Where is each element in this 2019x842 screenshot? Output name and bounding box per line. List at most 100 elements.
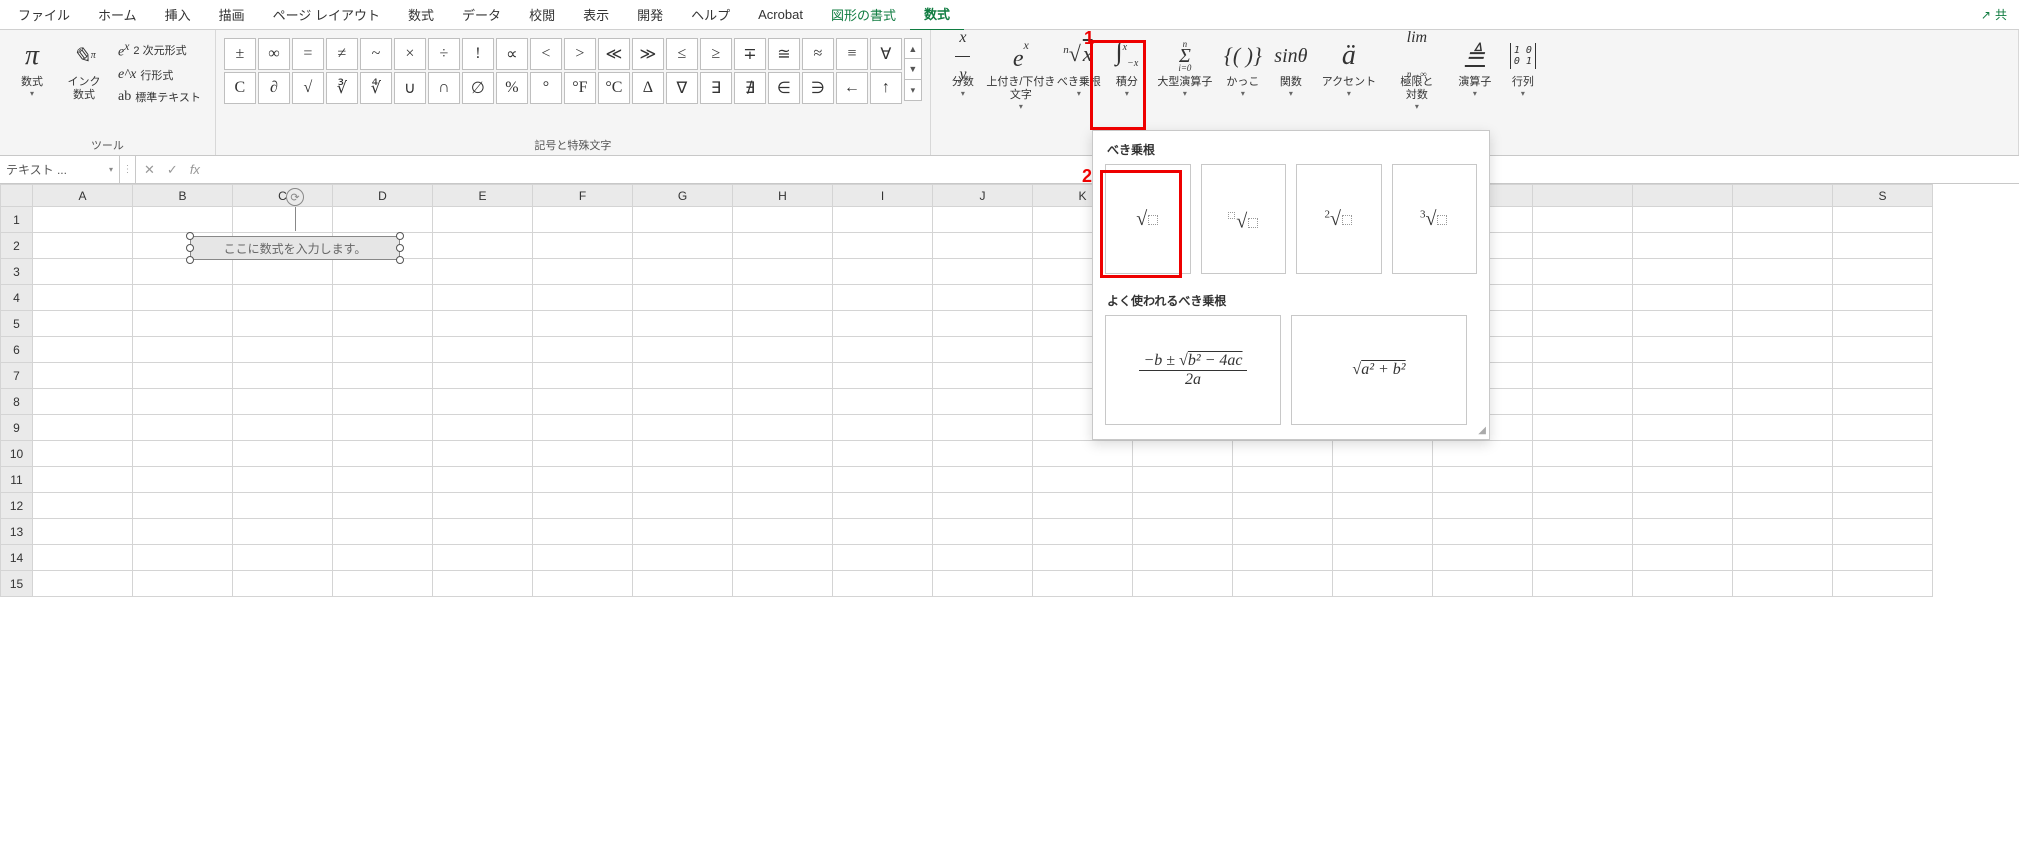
cell[interactable] (1333, 571, 1433, 597)
cell[interactable] (1533, 441, 1633, 467)
col-header-G[interactable]: G (633, 185, 733, 207)
cell[interactable] (133, 363, 233, 389)
structure-積分[interactable]: ∫x−x積分▾ (1103, 34, 1151, 102)
cell[interactable] (1433, 493, 1533, 519)
symbol-25[interactable]: ∪ (394, 72, 426, 104)
row-header-14[interactable]: 14 (1, 545, 33, 571)
structure-演算子[interactable]: ≜演算子▾ (1451, 34, 1499, 102)
cell[interactable] (833, 259, 933, 285)
cell[interactable] (733, 311, 833, 337)
ink-equation-button[interactable]: ✎π インク 数式 (60, 34, 108, 106)
gallery-down-button[interactable]: ▼ (904, 59, 922, 80)
cell[interactable] (633, 259, 733, 285)
cell[interactable] (533, 493, 633, 519)
cell[interactable] (1733, 285, 1833, 311)
cell[interactable] (233, 441, 333, 467)
symbol-0[interactable]: ± (224, 38, 256, 70)
row-header-15[interactable]: 15 (1, 571, 33, 597)
cell[interactable] (733, 233, 833, 259)
cell[interactable] (1733, 467, 1833, 493)
col-header-17[interactable] (1733, 185, 1833, 207)
cell[interactable] (333, 415, 433, 441)
structure-大型演算子[interactable]: nΣi=0大型演算子▾ (1151, 34, 1219, 102)
symbol-37[interactable]: ∋ (802, 72, 834, 104)
cell[interactable] (733, 571, 833, 597)
tab-insert[interactable]: 挿入 (151, 0, 205, 30)
tab-draw[interactable]: 描画 (205, 0, 259, 30)
cell[interactable] (1633, 493, 1733, 519)
symbol-19[interactable]: ∀ (870, 38, 902, 70)
cell[interactable] (1833, 545, 1933, 571)
cell[interactable] (33, 545, 133, 571)
cell[interactable] (133, 337, 233, 363)
cell[interactable] (1533, 545, 1633, 571)
col-header-H[interactable]: H (733, 185, 833, 207)
select-all-corner[interactable] (1, 185, 33, 207)
tile-quadratic-formula[interactable]: −b ± √b² − 4ac 2a (1105, 315, 1281, 425)
symbol-16[interactable]: ≅ (768, 38, 800, 70)
option-professional[interactable]: ex2 次元形式 (114, 38, 205, 63)
symbol-30[interactable]: °F (564, 72, 596, 104)
resize-handle[interactable] (186, 232, 194, 240)
cell[interactable] (733, 467, 833, 493)
cell[interactable] (533, 363, 633, 389)
cell[interactable] (833, 233, 933, 259)
cell[interactable] (533, 415, 633, 441)
resize-handle[interactable] (186, 256, 194, 264)
symbol-34[interactable]: ∃ (700, 72, 732, 104)
cell[interactable] (1733, 311, 1833, 337)
cell[interactable] (933, 207, 1033, 233)
cell[interactable] (833, 311, 933, 337)
gallery-up-button[interactable]: ▲ (904, 38, 922, 59)
cell[interactable] (133, 207, 233, 233)
cell[interactable] (333, 311, 433, 337)
cell[interactable] (1233, 545, 1333, 571)
row-header-2[interactable]: 2 (1, 233, 33, 259)
resize-handle[interactable] (396, 232, 404, 240)
symbol-4[interactable]: ~ (360, 38, 392, 70)
cell[interactable] (1533, 467, 1633, 493)
cell[interactable] (533, 311, 633, 337)
cell[interactable] (1833, 285, 1933, 311)
row-header-8[interactable]: 8 (1, 389, 33, 415)
fx-button[interactable]: fx (190, 162, 200, 177)
cell[interactable] (733, 259, 833, 285)
tile-nth-root[interactable]: √ (1201, 164, 1287, 274)
cell[interactable] (1733, 207, 1833, 233)
tile-fourth-root[interactable]: 3√ (1392, 164, 1478, 274)
cell[interactable] (1833, 441, 1933, 467)
cell[interactable] (733, 415, 833, 441)
resize-handle[interactable] (396, 244, 404, 252)
cell[interactable] (1533, 389, 1633, 415)
cell[interactable] (1733, 519, 1833, 545)
cell[interactable] (1133, 571, 1233, 597)
tile-cube-root[interactable]: 2√ (1296, 164, 1382, 274)
cell[interactable] (533, 389, 633, 415)
structure-行列[interactable]: 1 00 1行列▾ (1499, 34, 1547, 102)
cell[interactable] (1833, 467, 1933, 493)
cell[interactable] (733, 389, 833, 415)
row-header-12[interactable]: 12 (1, 493, 33, 519)
dropdown-resize-grip[interactable]: ◢ (1478, 425, 1486, 436)
cell[interactable] (933, 441, 1033, 467)
cell[interactable] (933, 545, 1033, 571)
cell[interactable] (933, 389, 1033, 415)
tab-review[interactable]: 校閲 (515, 0, 569, 30)
option-normal-text[interactable]: ab標準テキスト (114, 87, 205, 107)
cell[interactable] (1233, 571, 1333, 597)
cell[interactable] (433, 363, 533, 389)
cell[interactable] (33, 311, 133, 337)
cell[interactable] (533, 467, 633, 493)
symbol-28[interactable]: % (496, 72, 528, 104)
cell[interactable] (1533, 233, 1633, 259)
resize-handle[interactable] (186, 244, 194, 252)
cell[interactable] (233, 389, 333, 415)
cell[interactable] (333, 259, 433, 285)
cell[interactable] (1833, 311, 1933, 337)
cell[interactable] (33, 493, 133, 519)
col-header-E[interactable]: E (433, 185, 533, 207)
cell[interactable] (1433, 571, 1533, 597)
cell[interactable] (833, 415, 933, 441)
cell[interactable] (1133, 441, 1233, 467)
cell[interactable] (1533, 337, 1633, 363)
